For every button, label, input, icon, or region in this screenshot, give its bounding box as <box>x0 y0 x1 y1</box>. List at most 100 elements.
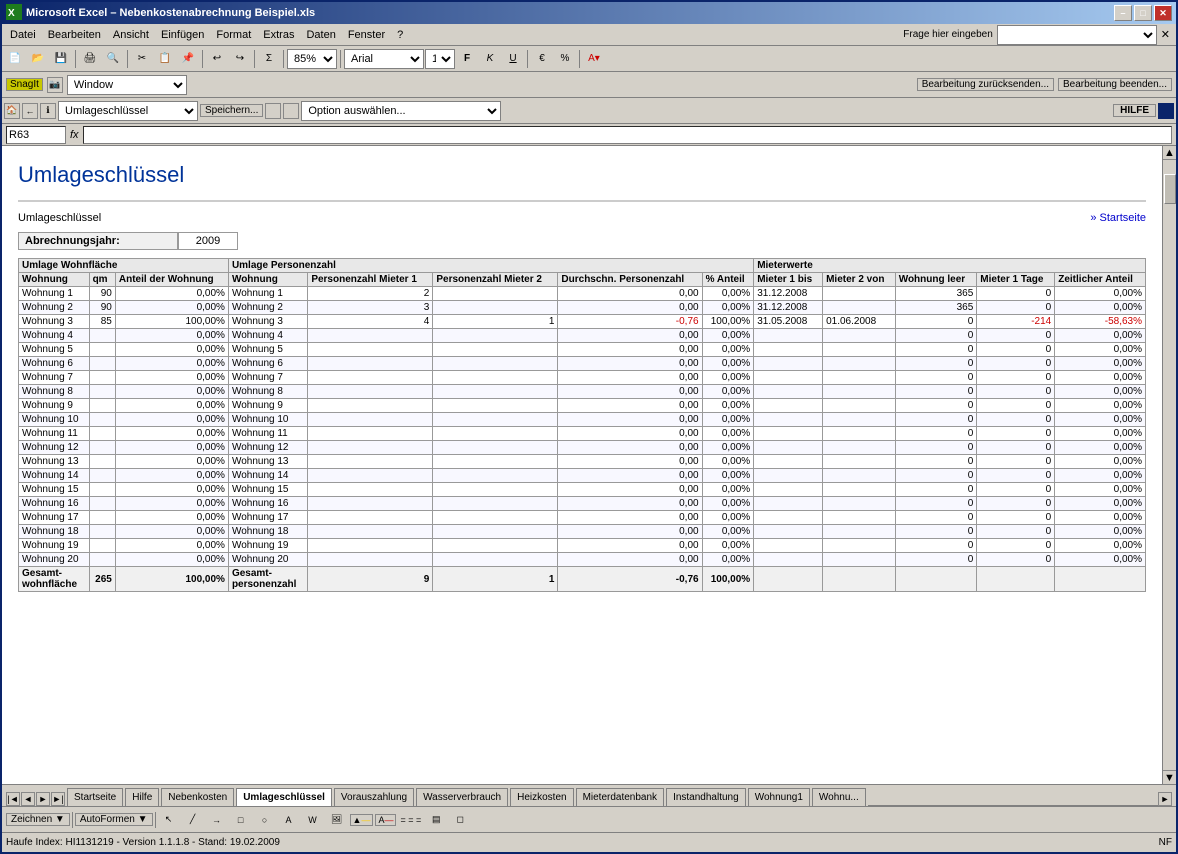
tab-scroll-right[interactable]: ► <box>1158 792 1172 806</box>
main-window: X Microsoft Excel – Nebenkostenabrechnun… <box>0 0 1178 854</box>
underline-button[interactable]: U <box>502 48 524 70</box>
helper-icon2[interactable] <box>265 103 281 119</box>
scrollbar-thumb[interactable] <box>1164 174 1176 204</box>
new-button[interactable]: 📄 <box>4 48 26 70</box>
3d-btn[interactable]: ◻ <box>449 809 471 831</box>
tab-mieterdatenbank[interactable]: Mieterdatenbank <box>576 788 665 806</box>
draw-arrow[interactable]: → <box>206 809 228 831</box>
table-cell: 0,00% <box>115 497 228 511</box>
helper-blue-icon[interactable] <box>1158 103 1174 119</box>
currency-button[interactable]: € <box>531 48 553 70</box>
scroll-up-button[interactable]: ▲ <box>1163 146 1176 160</box>
preview-button[interactable]: 🔍 <box>102 48 124 70</box>
autoformen-btn[interactable]: AutoFormen ▼ <box>75 813 153 826</box>
option-combo[interactable]: Option auswählen... <box>301 101 501 121</box>
zoom-combo[interactable]: 85% <box>287 49 337 69</box>
draw-line[interactable]: ╱ <box>182 809 204 831</box>
print-button[interactable]: 🖨 <box>79 48 101 70</box>
undo-button[interactable]: ↩ <box>206 48 228 70</box>
menu-item-help[interactable]: ? <box>391 27 409 43</box>
table-cell: Wohnung 15 <box>228 483 307 497</box>
cut-button[interactable]: ✂ <box>131 48 153 70</box>
formula-input[interactable] <box>83 126 1172 144</box>
table-cell: 0 <box>977 553 1055 567</box>
helper-icon-back[interactable]: ← <box>22 103 38 119</box>
tab-heizkosten[interactable]: Heizkosten <box>510 788 573 806</box>
tab-hilfe[interactable]: Hilfe <box>125 788 159 806</box>
table-cell <box>308 427 433 441</box>
draw-clipart[interactable]: 🖼 <box>326 809 348 831</box>
tab-last-button[interactable]: ►| <box>51 792 65 806</box>
draw-textbox[interactable]: A <box>278 809 300 831</box>
scroll-down-button[interactable]: ▼ <box>1163 770 1176 784</box>
table-cell <box>433 455 558 469</box>
menu-item-fenster[interactable]: Fenster <box>342 27 391 43</box>
redo-button[interactable]: ↪ <box>229 48 251 70</box>
menu-item-datei[interactable]: Datei <box>4 27 42 43</box>
minimize-button[interactable]: – <box>1114 5 1132 21</box>
italic-button[interactable]: K <box>479 48 501 70</box>
table-cell: 0 <box>977 343 1055 357</box>
sum-button[interactable]: Σ <box>258 48 280 70</box>
save-button[interactable]: 💾 <box>50 48 72 70</box>
startseite-link[interactable]: » Startseite <box>1090 212 1146 224</box>
menu-item-einfuegen[interactable]: Einfügen <box>155 27 210 43</box>
bearbeitung-beenden[interactable]: Bearbeitung beenden... <box>1058 78 1172 91</box>
draw-rect[interactable]: □ <box>230 809 252 831</box>
close-button[interactable]: ✕ <box>1154 5 1172 21</box>
menu-item-ansicht[interactable]: Ansicht <box>107 27 155 43</box>
hilfe-btn[interactable]: HILFE <box>1113 104 1156 117</box>
table-cell <box>433 441 558 455</box>
tab-nebenkosten[interactable]: Nebenkosten <box>161 788 234 806</box>
draw-wordart[interactable]: W <box>302 809 324 831</box>
menu-item-extras[interactable]: Extras <box>257 27 300 43</box>
window-combo[interactable]: Window <box>67 75 187 95</box>
menu-item-format[interactable]: Format <box>210 27 257 43</box>
tab-prev-button[interactable]: ◄ <box>21 792 35 806</box>
table-cell: 0,00% <box>115 413 228 427</box>
paste-button[interactable]: 📌 <box>177 48 199 70</box>
tab-startseite[interactable]: Startseite <box>67 788 123 806</box>
tab-first-button[interactable]: |◄ <box>6 792 20 806</box>
font-combo[interactable]: Arial <box>344 49 424 69</box>
format-button[interactable]: % <box>554 48 576 70</box>
speichern-btn[interactable]: Speichern... <box>200 104 263 117</box>
table-row: Wohnung 150,00%Wohnung 150,000,00%000,00… <box>19 483 1146 497</box>
tab-next-button[interactable]: ► <box>36 792 50 806</box>
font-color-btn[interactable]: A— <box>375 814 396 826</box>
name-box[interactable] <box>6 126 66 144</box>
tab-instandhaltung[interactable]: Instandhaltung <box>666 788 746 806</box>
bold-button[interactable]: F <box>456 48 478 70</box>
zeichnen-btn[interactable]: Zeichnen ▼ <box>6 813 70 826</box>
table-cell: 0,00% <box>1055 469 1146 483</box>
tab-wohnu[interactable]: Wohnu... <box>812 788 866 806</box>
tab-wohnung1[interactable]: Wohnung1 <box>748 788 810 806</box>
draw-oval[interactable]: ○ <box>254 809 276 831</box>
maximize-button[interactable]: □ <box>1134 5 1152 21</box>
table-cell <box>89 553 115 567</box>
draw-select[interactable]: ↖ <box>158 809 180 831</box>
help-search-combo[interactable] <box>997 25 1157 45</box>
helper-icon3[interactable] <box>283 103 299 119</box>
helper-sheet-combo[interactable]: Umlageschlüssel <box>58 101 198 121</box>
fill-color-button[interactable]: A▾ <box>583 48 605 70</box>
fontsize-combo[interactable]: 10 <box>425 49 455 69</box>
tab-wasserverbrauch[interactable]: Wasserverbrauch <box>416 788 508 806</box>
tab-vorauszahlung[interactable]: Vorauszahlung <box>334 788 414 806</box>
table-cell <box>89 371 115 385</box>
helper-icon-home[interactable]: 🏠 <box>4 103 20 119</box>
copy-button[interactable]: 📋 <box>154 48 176 70</box>
shadow-btn[interactable]: ▤ <box>425 809 447 831</box>
snagit-icon[interactable]: 📷 <box>47 77 63 93</box>
vertical-scrollbar[interactable]: ▲ ▼ <box>1162 146 1176 784</box>
open-button[interactable]: 📂 <box>27 48 49 70</box>
window-close-x[interactable]: ✕ <box>1157 28 1174 41</box>
helper-icon-info[interactable]: ℹ <box>40 103 56 119</box>
menu-item-bearbeiten[interactable]: Bearbeiten <box>42 27 107 43</box>
table-cell: Wohnung 9 <box>228 399 307 413</box>
fill-color-btn[interactable]: ▲— <box>350 814 374 826</box>
table-cell: 0 <box>895 553 977 567</box>
menu-item-daten[interactable]: Daten <box>300 27 341 43</box>
tab-umlageschluessel[interactable]: Umlageschlüssel <box>236 788 332 806</box>
bearbeitung-zuruecksenden[interactable]: Bearbeitung zurücksenden... <box>917 78 1054 91</box>
